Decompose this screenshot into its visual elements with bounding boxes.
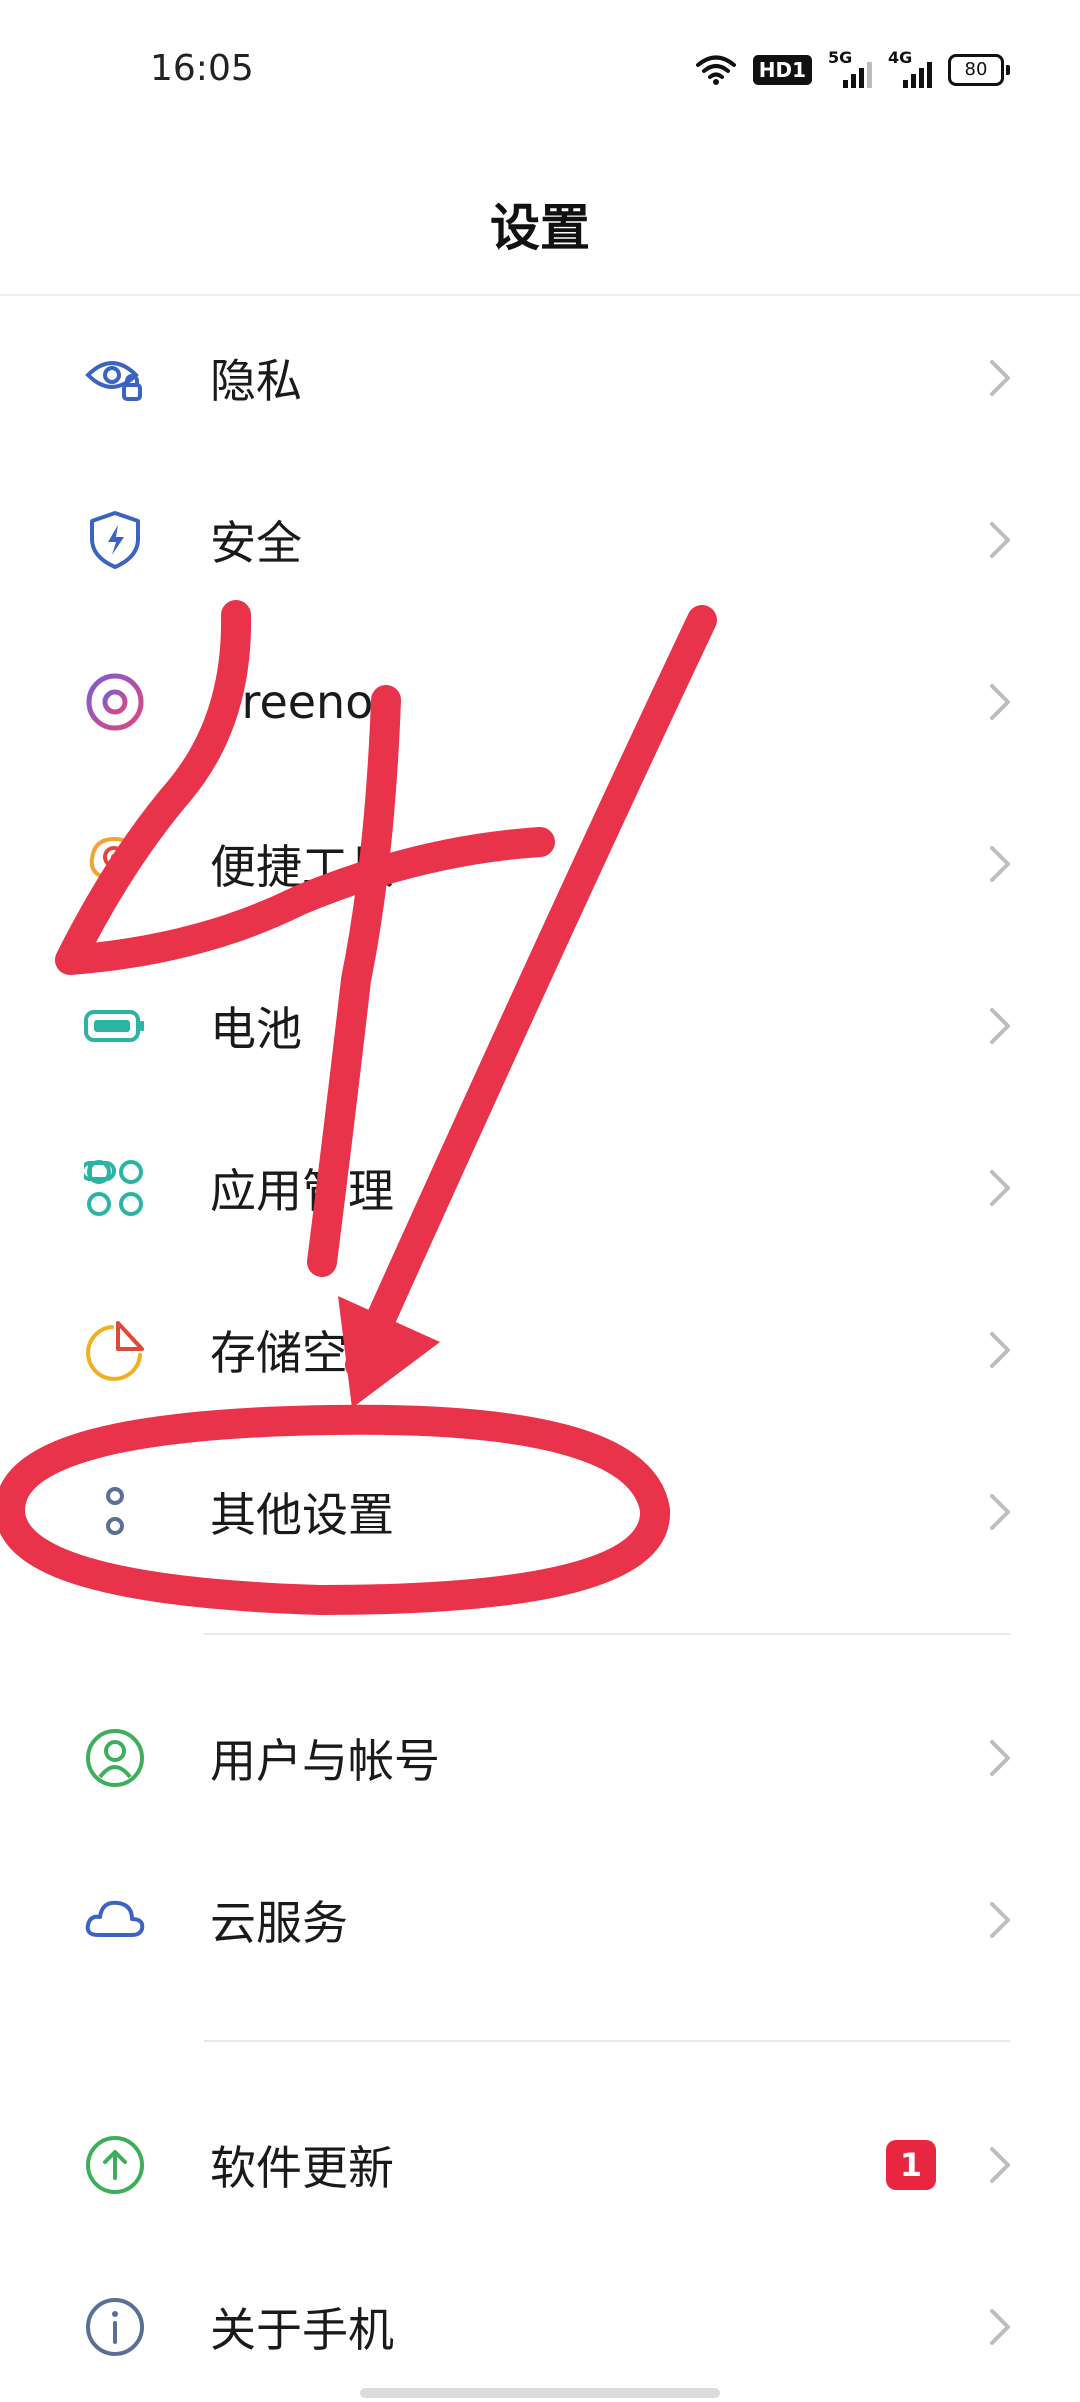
settings-item-label: 隐私 bbox=[210, 354, 302, 408]
settings-item-privacy[interactable]: 隐私 bbox=[0, 303, 1080, 453]
settings-item-label: 存储空间 bbox=[210, 1326, 394, 1380]
home-indicator[interactable] bbox=[360, 2388, 720, 2398]
settings-item-label: 便捷工具 bbox=[210, 840, 394, 894]
chevron-right-icon bbox=[990, 1740, 1010, 1776]
status-icons: HD1 5G 4G 80 bbox=[695, 48, 1010, 88]
section-divider bbox=[204, 2040, 1010, 2042]
chevron-right-icon bbox=[990, 684, 1010, 720]
wifi-icon bbox=[695, 55, 736, 85]
section-divider bbox=[204, 1633, 1010, 1635]
settings-item-cloud[interactable]: 云服务 bbox=[0, 1845, 1080, 1995]
settings-item-label: 关于手机 bbox=[210, 2303, 394, 2357]
app-management-icon bbox=[84, 1160, 143, 1216]
settings-item-other-settings[interactable]: 其他设置 bbox=[0, 1437, 1080, 1587]
chevron-right-icon bbox=[990, 846, 1010, 882]
privacy-icon bbox=[85, 361, 142, 401]
settings-item-tools[interactable]: 便捷工具 bbox=[0, 789, 1080, 939]
convenience-tools-icon bbox=[89, 837, 139, 891]
settings-item-about-phone[interactable]: 关于手机 bbox=[0, 2252, 1080, 2402]
signal-4g-icon: 4G bbox=[888, 48, 932, 88]
chevron-right-icon bbox=[990, 360, 1010, 396]
user-account-icon bbox=[86, 1729, 144, 1787]
breeno-icon bbox=[86, 673, 144, 731]
storage-icon bbox=[86, 1321, 144, 1381]
chevron-right-icon bbox=[990, 1170, 1010, 1206]
settings-item-battery[interactable]: 电池 bbox=[0, 951, 1080, 1101]
settings-item-label: 云服务 bbox=[210, 1896, 348, 1950]
settings-item-label: 安全 bbox=[210, 516, 302, 570]
settings-item-label: 其他设置 bbox=[210, 1488, 394, 1542]
chevron-right-icon bbox=[990, 2309, 1010, 2345]
chevron-right-icon bbox=[990, 522, 1010, 558]
chevron-right-icon bbox=[990, 1494, 1010, 1530]
info-icon bbox=[86, 2298, 144, 2356]
battery-level: 80 bbox=[948, 54, 1004, 86]
security-shield-icon bbox=[90, 511, 140, 569]
settings-item-software-update[interactable]: 软件更新 1 bbox=[0, 2090, 1080, 2240]
chevron-right-icon bbox=[990, 1902, 1010, 1938]
more-settings-icon bbox=[106, 1487, 124, 1535]
signal-5g-icon: 5G bbox=[828, 48, 872, 88]
settings-item-user-account[interactable]: 用户与帐号 bbox=[0, 1683, 1080, 1833]
settings-item-label: 软件更新 bbox=[210, 2141, 394, 2195]
header-divider bbox=[0, 294, 1080, 296]
cloud-icon bbox=[85, 1900, 145, 1937]
hd-badge: HD1 bbox=[752, 55, 812, 85]
status-bar: 16:05 HD1 5G 4G 80 bbox=[0, 0, 1080, 140]
chevron-right-icon bbox=[990, 1008, 1010, 1044]
update-icon bbox=[86, 2136, 144, 2194]
chevron-right-icon bbox=[990, 1332, 1010, 1368]
battery-status-icon: 80 bbox=[948, 54, 1010, 86]
status-time: 16:05 bbox=[150, 48, 254, 89]
settings-item-app-management[interactable]: 应用管理 bbox=[0, 1113, 1080, 1263]
chevron-right-icon bbox=[990, 2147, 1010, 2183]
battery-icon bbox=[84, 1010, 144, 1042]
settings-item-security[interactable]: 安全 bbox=[0, 465, 1080, 615]
settings-item-storage[interactable]: 存储空间 bbox=[0, 1275, 1080, 1425]
settings-item-label: Breeno bbox=[210, 675, 374, 729]
page-title: 设置 bbox=[490, 199, 590, 257]
update-count-badge: 1 bbox=[886, 2140, 936, 2190]
settings-item-label: 应用管理 bbox=[210, 1164, 394, 1218]
settings-item-label: 用户与帐号 bbox=[210, 1734, 440, 1788]
settings-item-breeno[interactable]: Breeno bbox=[0, 627, 1080, 777]
settings-item-label: 电池 bbox=[210, 1002, 302, 1056]
